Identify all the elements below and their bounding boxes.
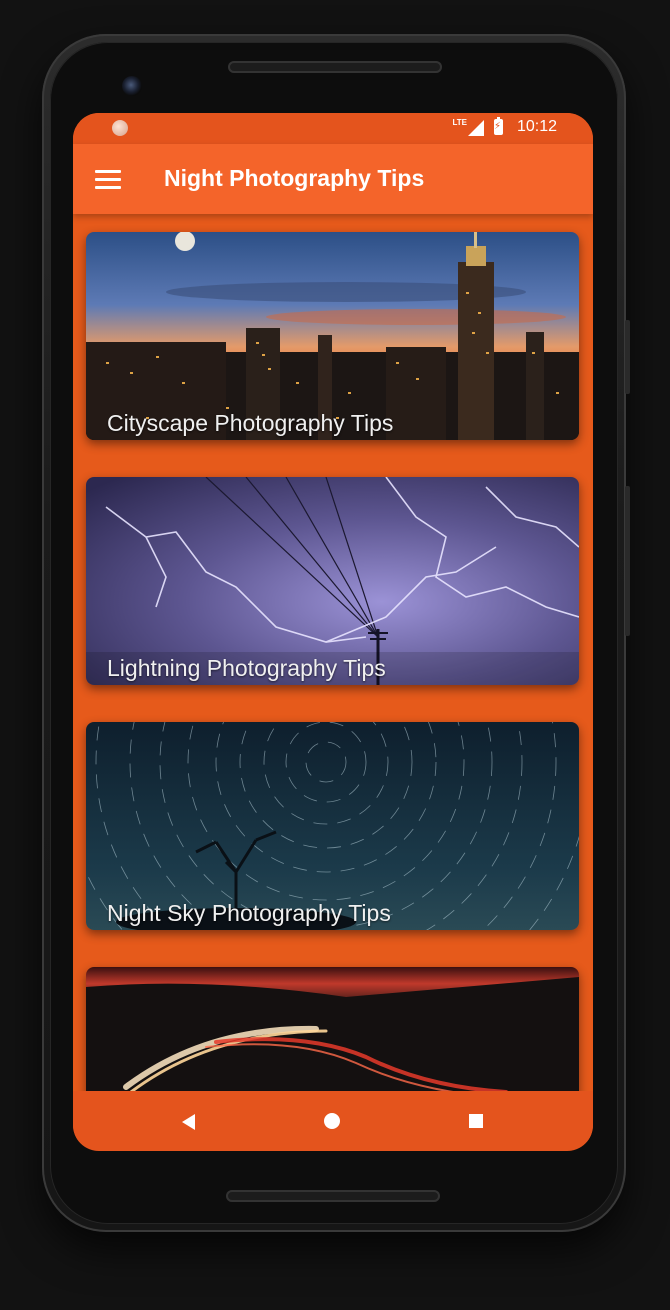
battery-charging-icon [493, 117, 503, 135]
status-time: 10:12 [516, 118, 557, 135]
star-trails-image [86, 722, 579, 930]
signal-strength-icon [467, 120, 484, 136]
status-indicators: LTE 10:12 [452, 117, 557, 136]
power-button [625, 486, 630, 636]
volume-button [625, 320, 630, 394]
card-lightning[interactable]: Lightning Photography Tips [86, 477, 579, 685]
hamburger-menu-icon[interactable] [95, 170, 121, 190]
network-type: LTE [452, 118, 467, 127]
earpiece-speaker [228, 61, 442, 73]
front-camera [122, 76, 142, 96]
card-cityscape[interactable]: Cityscape Photography Tips [86, 232, 579, 440]
card-night-sky[interactable]: Night Sky Photography Tips [86, 722, 579, 930]
card-caption: Night Sky Photography Tips [107, 900, 391, 926]
recents-square-icon[interactable] [469, 1114, 483, 1128]
card-caption: Cityscape Photography Tips [107, 410, 394, 436]
app-title: Night Photography Tips [164, 165, 425, 191]
card-caption: Lightning Photography Tips [107, 655, 386, 681]
city-skyline-image [86, 232, 579, 440]
signal-icon: LTE [452, 118, 484, 136]
status-bar: LTE 10:12 [73, 113, 593, 144]
home-circle-icon[interactable] [324, 1113, 340, 1129]
app-bar: Night Photography Tips [73, 144, 593, 214]
system-nav-bar [73, 1091, 593, 1151]
app-screen: LTE 10:12 Night Photography Tips [73, 113, 593, 1151]
lightning-storm-image [86, 477, 579, 685]
notification-dot-icon [112, 120, 128, 136]
bottom-speaker [226, 1190, 440, 1202]
back-triangle-icon[interactable] [182, 1114, 195, 1130]
